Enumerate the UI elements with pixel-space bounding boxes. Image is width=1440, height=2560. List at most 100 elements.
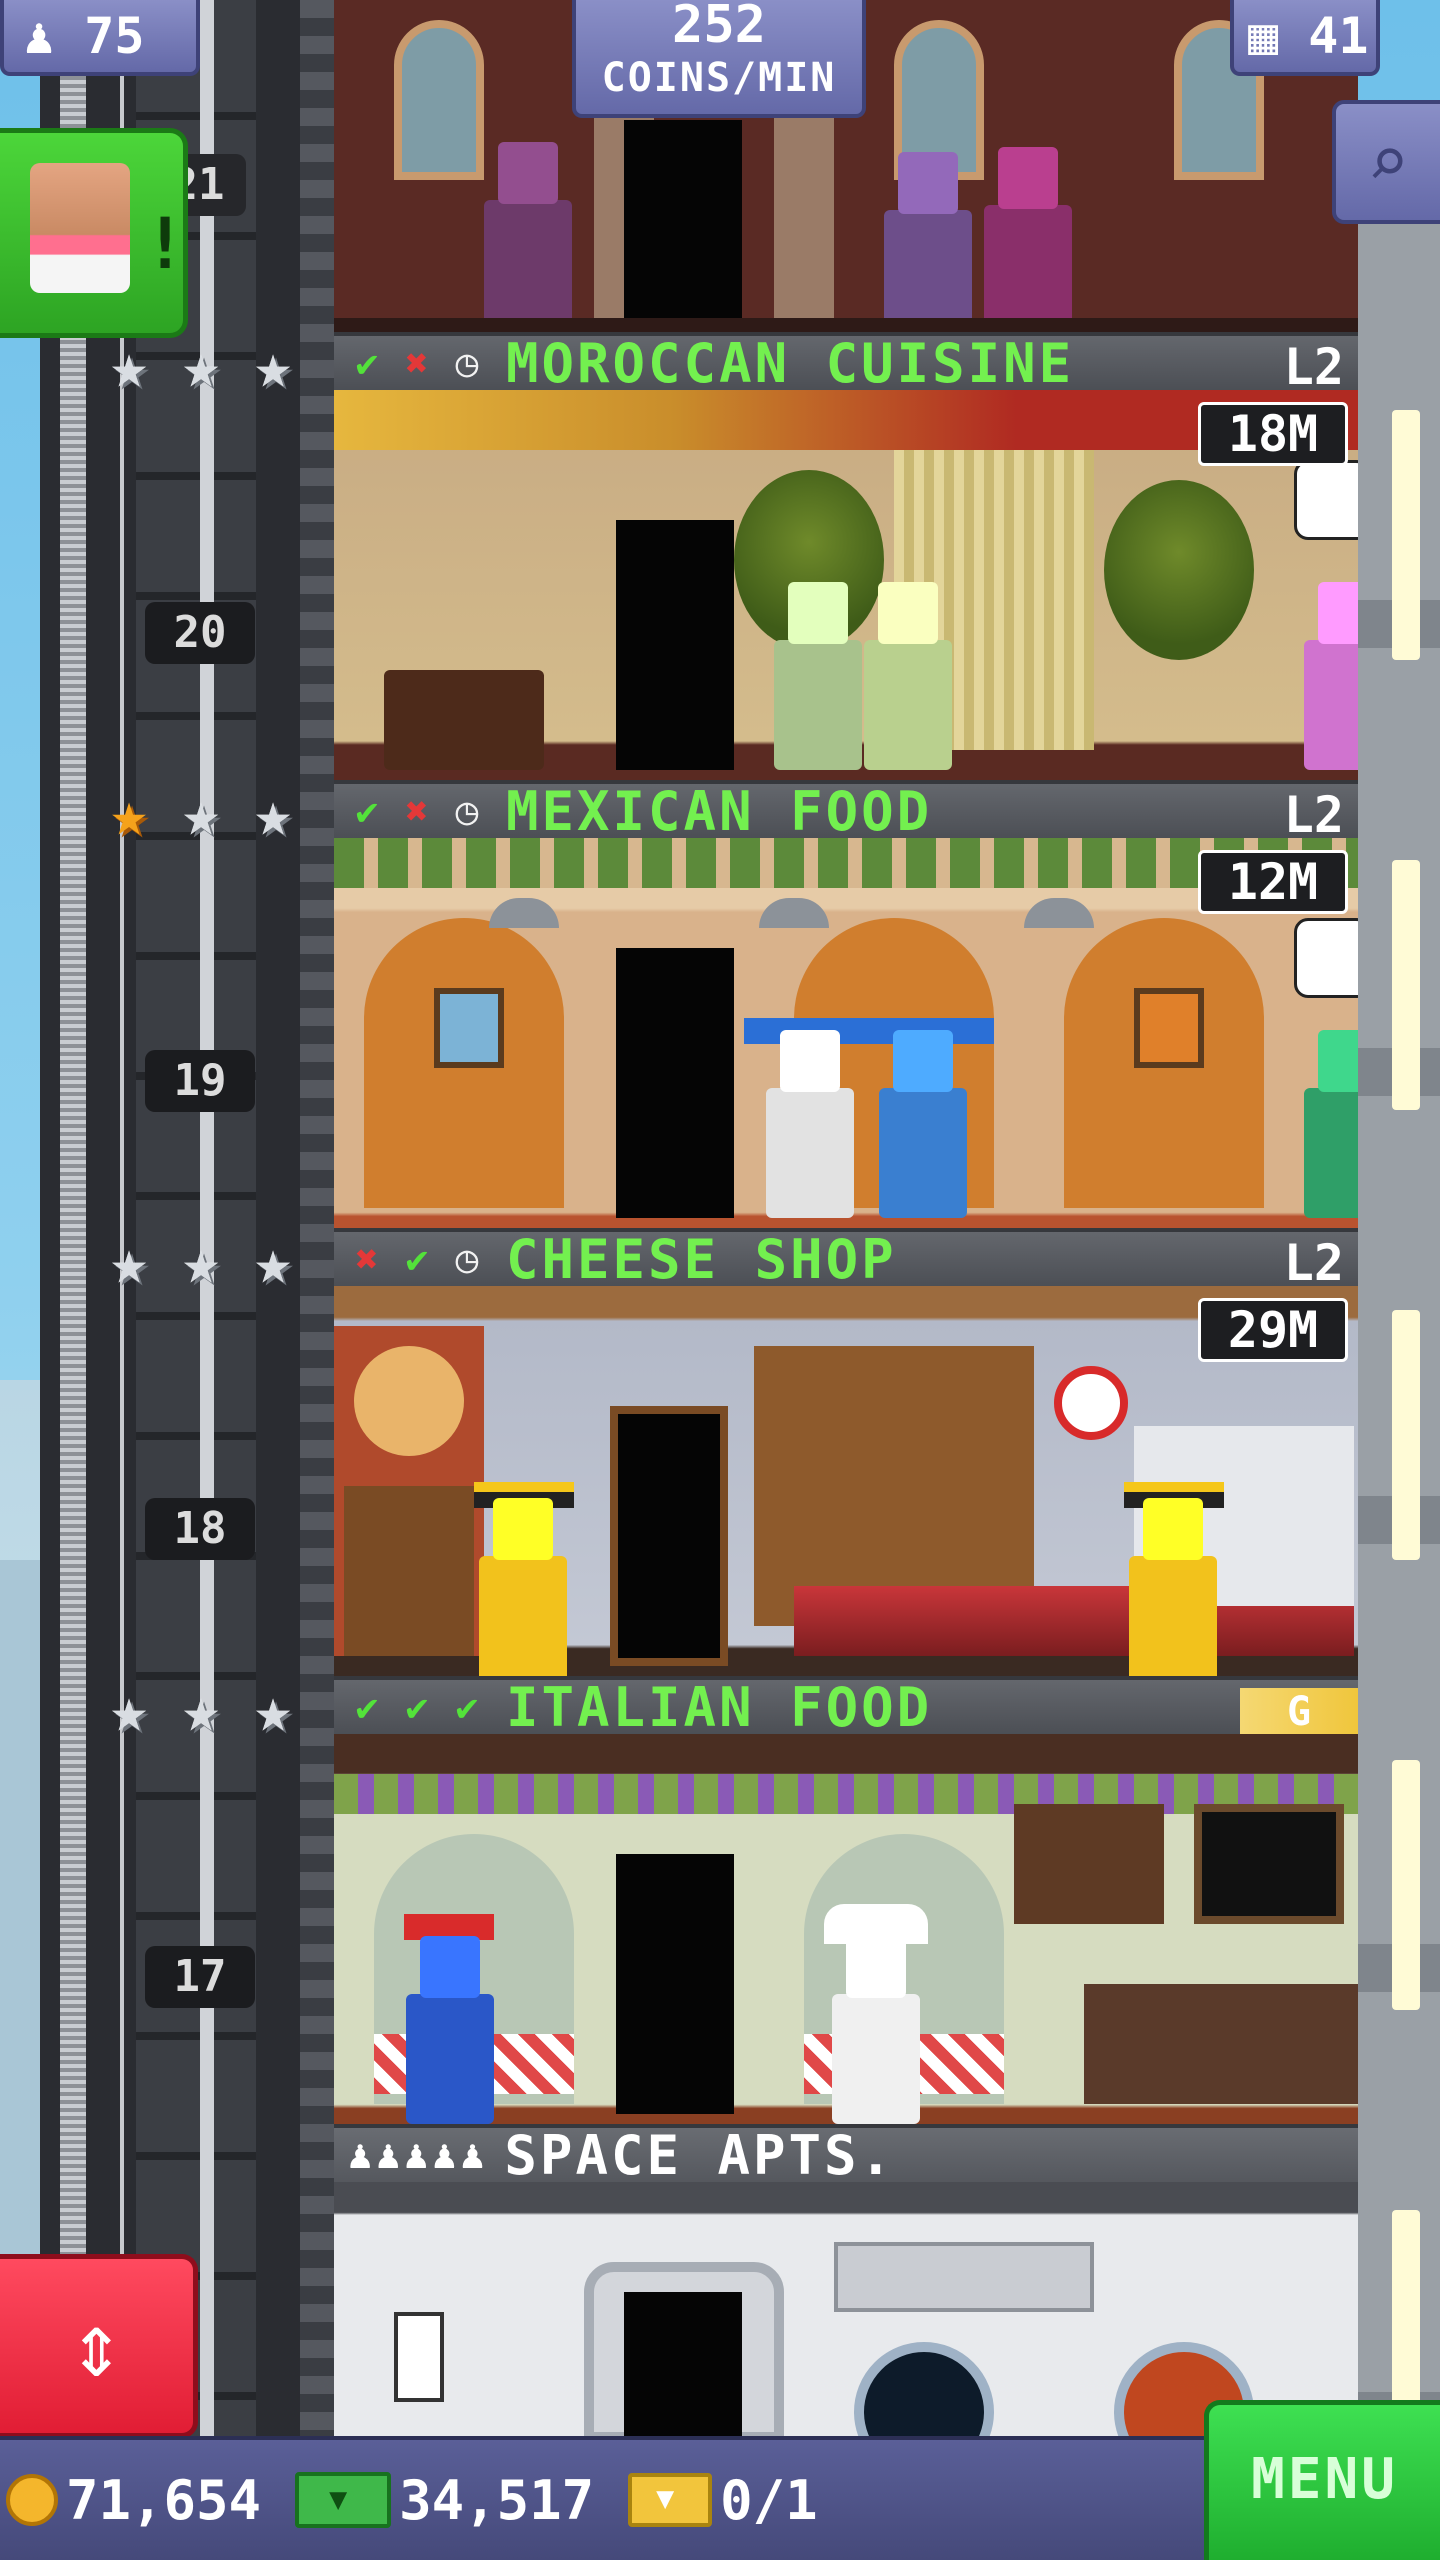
bitizen[interactable] — [1304, 1088, 1358, 1218]
silver-star-icon: ★ — [110, 1673, 148, 1746]
floor-20-stars: ★ ★ ★ — [95, 332, 307, 402]
floor-level: L2 — [1283, 1234, 1344, 1292]
bitizen[interactable] — [484, 200, 572, 330]
tickets-value: 0/1 — [720, 2468, 818, 2532]
coins-per-min-display[interactable]: 252 COINS/MIN — [572, 0, 866, 118]
bitizen[interactable] — [774, 640, 862, 770]
exclamation-icon: ! — [144, 203, 187, 285]
floor-18-stars: ★ ★ ★ — [95, 1228, 307, 1298]
floor-21-door — [624, 120, 742, 320]
check-icon: ✔ — [455, 1685, 479, 1729]
floor-door — [616, 520, 734, 770]
check-icon: ✔ — [355, 341, 379, 385]
tower-bux-icon — [295, 2472, 392, 2528]
wall-painting — [1134, 988, 1204, 1068]
restock-timer: 18M — [1198, 402, 1348, 466]
visitor-alert-button[interactable]: ! — [0, 128, 188, 338]
floor-name: MOROCCAN CUISINE — [506, 332, 1075, 395]
wine-rack — [1014, 1804, 1164, 1924]
bitizen[interactable] — [479, 1556, 567, 1676]
arched-window — [394, 20, 484, 180]
silver-star-icon: ★ — [182, 329, 220, 402]
coins-display[interactable]: 71,654 — [6, 2469, 261, 2532]
gold-level-badge[interactable]: G — [1240, 1688, 1358, 1736]
floor-door — [616, 1854, 734, 2114]
floor-16[interactable]: ♟♟♟♟♟ SPACE APTS. — [334, 2124, 1358, 2436]
floor-header[interactable]: ♟♟♟♟♟ SPACE APTS. — [334, 2124, 1358, 2187]
cross-icon: ✖ — [405, 789, 429, 833]
cross-icon: ✖ — [405, 341, 429, 385]
edge-window — [1392, 860, 1420, 1110]
wall-switch — [394, 2312, 444, 2402]
bitizen[interactable] — [884, 210, 972, 332]
silver-star-icon: ★ — [182, 777, 220, 850]
silver-star-icon: ★ — [110, 1225, 148, 1298]
floor-door — [610, 1406, 728, 1666]
floor-room-italian[interactable] — [334, 1734, 1358, 2124]
visitor-avatar — [30, 163, 130, 293]
clock-icon: ◷ — [455, 789, 479, 833]
floor-count-value: 41 — [1308, 7, 1369, 65]
vip-ticket-icon — [628, 2473, 713, 2527]
bux-display[interactable]: 34,517 — [295, 2469, 594, 2532]
population-counter[interactable]: ♟ 75 — [0, 0, 200, 76]
bux-value: 34,517 — [399, 2468, 595, 2532]
check-icon: ✔ — [405, 1685, 429, 1729]
floor-17-stars: ★ ★ ★ — [95, 1676, 307, 1746]
floor-17[interactable]: ✔ ✔ ✔ ITALIAN FOOD G — [334, 1676, 1358, 2124]
check-icon: ✔ — [355, 789, 379, 833]
floor-19[interactable]: ✔ ✖ ◷ MEXICAN FOOD L2 12M — [334, 780, 1358, 1228]
bitizen[interactable] — [406, 1994, 494, 2124]
floor-18[interactable]: ✖ ✔ ◷ CHEESE SHOP L2 29M — [334, 1228, 1358, 1676]
stock-status: ✔ ✖ ◷ — [344, 788, 490, 834]
floor-20[interactable]: ✔ ✖ ◷ MOROCCAN CUISINE L2 18M — [334, 332, 1358, 780]
coins-per-min-value: 252 — [672, 0, 766, 55]
clock-icon: ◷ — [455, 1237, 479, 1281]
floor-name: CHEESE SHOP — [506, 1228, 897, 1291]
floor-name: MEXICAN FOOD — [506, 780, 933, 843]
silver-star-icon: ★ — [182, 1673, 220, 1746]
floor-room-space-apts[interactable] — [334, 2182, 1358, 2436]
bar-counter — [1084, 1984, 1358, 2104]
tickets-display[interactable]: 0/1 — [628, 2469, 818, 2532]
menu-button[interactable]: MENU — [1204, 2400, 1440, 2560]
floor-door — [624, 2292, 742, 2436]
coins-per-min-unit: COINS/MIN — [601, 55, 837, 101]
magnifier-icon: ⌕ — [1366, 121, 1410, 203]
floor-header[interactable]: ✔ ✖ ◷ MOROCCAN CUISINE L2 — [334, 332, 1358, 396]
bitizen[interactable] — [864, 640, 952, 770]
bitizen[interactable] — [984, 205, 1072, 332]
dining-table — [384, 670, 544, 770]
floor-number-18: 18 — [145, 1498, 255, 1560]
gold-star-icon: ★ — [110, 777, 148, 850]
control-panel — [834, 2242, 1094, 2312]
bitizen[interactable] — [879, 1088, 967, 1218]
stock-status: ✔ ✔ ✔ — [344, 1684, 490, 1730]
floor-name: SPACE APTS. — [504, 2124, 896, 2187]
floor-header[interactable]: ✖ ✔ ◷ CHEESE SHOP L2 — [334, 1228, 1358, 1292]
search-button[interactable]: ⌕ — [1332, 100, 1440, 224]
edge-window — [1392, 410, 1420, 660]
floor-level: L2 — [1283, 786, 1344, 844]
bitizen[interactable] — [832, 1994, 920, 2124]
bitizen[interactable] — [1304, 640, 1358, 770]
elevator-button[interactable]: ⇕ — [0, 2254, 198, 2438]
floor-header[interactable]: ✔ ✔ ✔ ITALIAN FOOD G — [334, 1676, 1358, 1739]
cheese-wheel-sign — [354, 1346, 464, 1456]
speech-bubble[interactable] — [1294, 918, 1358, 998]
coin-icon — [6, 2474, 58, 2526]
bitizen[interactable] — [766, 1088, 854, 1218]
shaft-rail-left — [60, 0, 86, 2440]
floor-counter[interactable]: ▦ 41 — [1230, 0, 1380, 76]
edge-window — [1392, 1310, 1420, 1560]
check-icon: ✔ — [355, 1685, 379, 1729]
ceiling-lamp — [1024, 898, 1094, 928]
silver-star-icon: ★ — [110, 329, 148, 402]
floor-name: ITALIAN FOOD — [506, 1676, 933, 1739]
floor-header[interactable]: ✔ ✖ ◷ MEXICAN FOOD L2 — [334, 780, 1358, 844]
floor-number-20: 20 — [145, 602, 255, 664]
bitizen[interactable] — [1129, 1556, 1217, 1676]
speech-bubble[interactable] — [1294, 460, 1358, 540]
floor-number-17: 17 — [145, 1946, 255, 2008]
clock-icon: ◷ — [455, 341, 479, 385]
